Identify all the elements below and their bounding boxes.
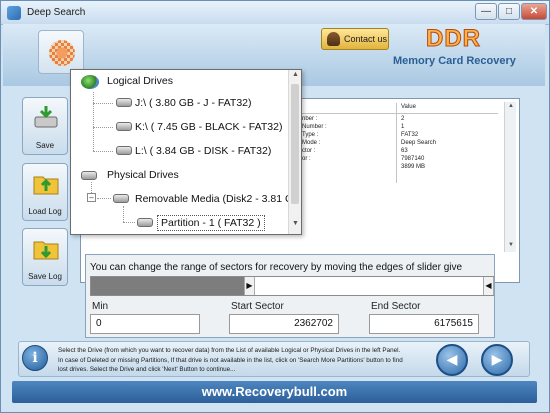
load-log-button[interactable]: Load Log (22, 163, 68, 221)
slider-instructions: You can change the range of sectors for … (90, 262, 463, 273)
next-button[interactable]: ▶ (481, 344, 513, 376)
drive-k[interactable]: K:\ ( 7.45 GB - BLACK - FAT32) (135, 121, 282, 133)
drive-icon (116, 146, 132, 155)
save-log-button[interactable]: Save Log (22, 228, 68, 286)
help-text: Select the Drive (from which you want to… (58, 347, 403, 373)
product-name: Memory Card Recovery (393, 55, 516, 67)
property-key: Type : (302, 132, 319, 138)
grid-divider (396, 103, 397, 183)
save-log-folder-icon (33, 241, 59, 260)
logical-drives-icon (81, 75, 99, 89)
end-sector-field[interactable]: 6175615 (369, 314, 479, 334)
info-button[interactable]: i (22, 345, 48, 371)
drive-l[interactable]: L:\ ( 3.84 GB - DISK - FAT32) (135, 145, 271, 157)
property-grid-scrollbar[interactable]: ▲ ▼ (504, 102, 516, 252)
maximize-button[interactable]: □ (498, 3, 520, 20)
property-value: 63 (401, 148, 408, 154)
logical-drives-node[interactable]: Logical Drives (107, 75, 173, 87)
load-log-folder-icon (33, 176, 59, 195)
physical-drives-icon (81, 171, 97, 180)
title-bar: Deep Search — □ ✕ (1, 1, 549, 25)
scroll-down-arrow-icon[interactable]: ▼ (289, 220, 302, 227)
property-key: ctor : (302, 148, 316, 154)
tree-connector (93, 103, 113, 104)
tree-connector (123, 222, 135, 223)
drive-tree-scrollbar[interactable]: ▲ ▼ (288, 70, 301, 234)
property-value: 3899 MB (401, 164, 426, 170)
close-button[interactable]: ✕ (521, 3, 547, 20)
removable-media-node[interactable]: Removable Media (Disk2 - 3.81 GB (135, 193, 300, 205)
website-footer: www.Recoverybull.com (12, 381, 537, 403)
partition-node[interactable]: Partition - 1 ( FAT32 ) (157, 215, 265, 231)
grid-divider (302, 113, 498, 114)
window-title: Deep Search (27, 7, 86, 18)
contact-us-button[interactable]: Contact us (321, 28, 389, 50)
app-icon (7, 6, 21, 20)
drive-j[interactable]: J:\ ( 3.80 GB - J - FAT32) (135, 97, 252, 109)
property-key: nber : (302, 116, 318, 122)
back-button[interactable]: ◀ (436, 344, 468, 376)
slider-end-handle[interactable]: ◀ (483, 277, 494, 295)
property-key: or : (302, 156, 311, 162)
min-sector-field: 0 (90, 314, 200, 334)
slider-excluded-range (91, 277, 244, 295)
collapse-toggle[interactable]: – (87, 193, 96, 202)
start-sector-label: Start Sector (231, 301, 284, 312)
partition-icon (137, 218, 153, 227)
property-value: 1 (401, 124, 405, 130)
tree-connector (93, 151, 113, 152)
property-value: Deep Search (401, 140, 437, 146)
save-drive-icon (34, 106, 58, 128)
physical-drives-node[interactable]: Physical Drives (107, 169, 179, 181)
min-label: Min (92, 301, 109, 312)
app-logo (38, 30, 84, 74)
tree-connector (93, 127, 113, 128)
tree-connector (97, 198, 111, 199)
contact-us-label: Contact us (344, 34, 388, 44)
minimize-button[interactable]: — (475, 3, 497, 20)
property-value: 2 (401, 116, 405, 122)
property-key: Number : (302, 124, 327, 130)
value-column-header: Value (401, 104, 416, 110)
load-log-label: Load Log (28, 207, 62, 216)
logo-icon (49, 40, 75, 66)
brand-logo: DDR (426, 25, 481, 53)
drive-icon (116, 122, 132, 131)
property-value: FAT32 (401, 132, 419, 138)
drive-tree: Logical Drives J:\ ( 3.80 GB - J - FAT32… (70, 69, 302, 235)
end-sector-label: End Sector (371, 301, 421, 312)
scroll-thumb[interactable] (291, 84, 299, 204)
start-sector-field[interactable]: 2362702 (229, 314, 339, 334)
property-key: Mode : (302, 140, 321, 146)
scroll-up-arrow-icon[interactable]: ▲ (289, 71, 302, 78)
drive-icon (116, 98, 132, 107)
scroll-up-arrow-icon[interactable]: ▲ (507, 103, 515, 109)
save-button[interactable]: Save (22, 97, 68, 155)
tree-connector (91, 182, 92, 193)
save-label: Save (35, 141, 55, 150)
scroll-down-arrow-icon[interactable]: ▼ (507, 242, 515, 248)
tree-connector (93, 92, 94, 151)
tree-connector (123, 206, 124, 222)
slider-start-handle[interactable]: ▶ (244, 277, 255, 295)
property-value: 7987140 (401, 156, 425, 162)
save-log-label: Save Log (28, 272, 62, 281)
person-icon (327, 32, 340, 46)
removable-media-icon (113, 194, 129, 203)
